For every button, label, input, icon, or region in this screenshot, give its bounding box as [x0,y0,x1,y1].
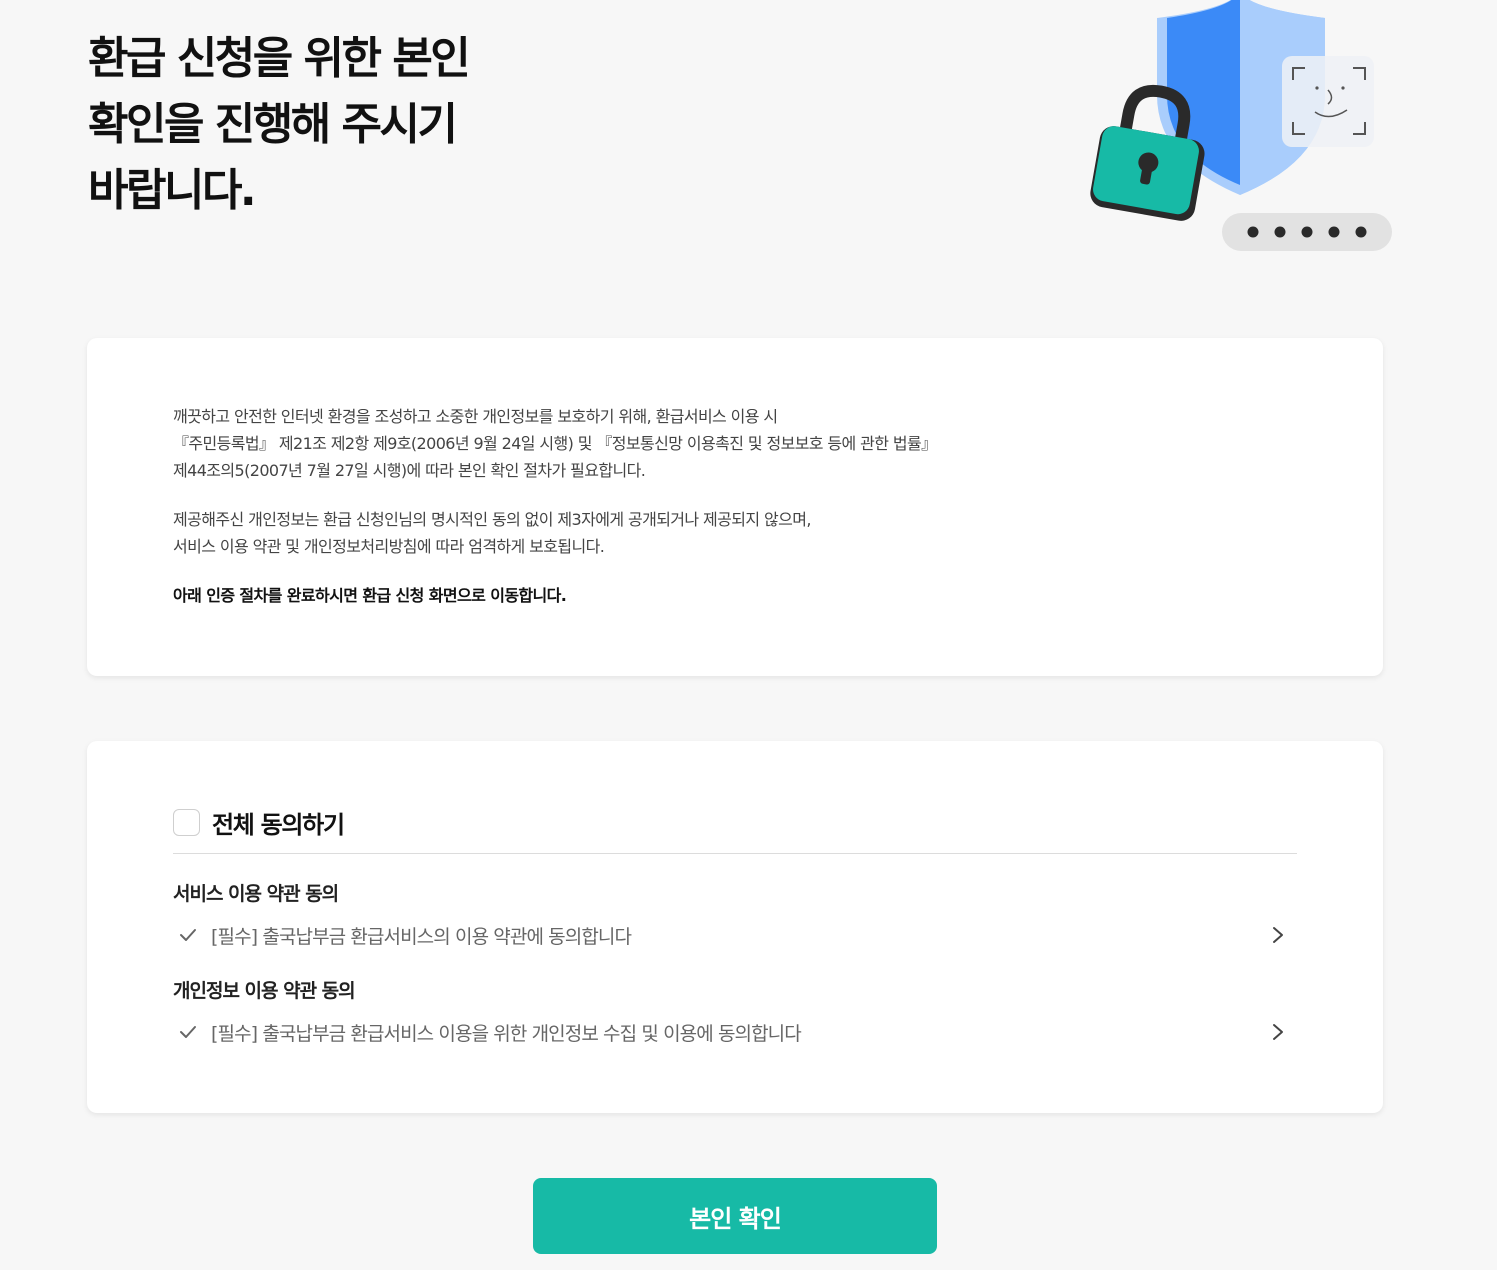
face-id-icon [1282,56,1374,147]
check-icon[interactable] [175,1019,201,1045]
page: 환급 신청을 위한 본인 확인을 진행해 주시기 바랍니다. 깨끗하고 안전한 … [0,0,1497,1270]
notice-paragraph-2: 제공해주신 개인정보는 환급 신청인님의 명시적인 동의 없이 제3자에게 공개… [173,506,1273,560]
notice-paragraph-3: 아래 인증 절차를 완료하시면 환급 신청 화면으로 이동합니다. [173,586,567,605]
security-illustration [1085,0,1405,260]
consent-card: 전체 동의하기 서비스 이용 약관 동의 [필수] 출국납부금 환급서비스의 이… [87,741,1383,1113]
page-title: 환급 신청을 위한 본인 확인을 진행해 주시기 바랍니다. [88,33,471,216]
notice-line: 서비스 이용 약관 및 개인정보처리방침에 따라 엄격하게 보호됩니다. [173,537,605,556]
checkbox-icon[interactable] [173,808,200,836]
agree-all-label: 전체 동의하기 [212,810,345,839]
check-icon[interactable] [175,922,201,948]
term-item-service-terms[interactable]: [필수] 출국납부금 환급서비스의 이용 약관에 동의합니다 [173,918,1297,952]
chevron-right-icon[interactable] [1265,922,1291,948]
identity-confirm-button[interactable]: 본인 확인 [533,1178,937,1254]
notice-line: 제44조의5(2007년 7월 27일 시행)에 따라 본인 확인 절차가 필요… [173,461,646,480]
section-title-privacy-terms: 개인정보 이용 약관 동의 [173,980,356,1002]
term-item-label: [필수] 출국납부금 환급서비스 이용을 위한 개인정보 수집 및 이용에 동의… [211,1022,802,1045]
agree-all-checkbox[interactable]: 전체 동의하기 [173,805,345,839]
divider [173,853,1297,854]
notice-line: 제공해주신 개인정보는 환급 신청인님의 명시적인 동의 없이 제3자에게 공개… [173,510,811,529]
term-item-label: [필수] 출국납부금 환급서비스의 이용 약관에 동의합니다 [211,925,632,948]
term-item-privacy-terms[interactable]: [필수] 출국납부금 환급서비스 이용을 위한 개인정보 수집 및 이용에 동의… [173,1015,1297,1049]
notice-paragraph-1: 깨끗하고 안전한 인터넷 환경을 조성하고 소중한 개인정보를 보호하기 위해,… [173,403,1273,484]
password-dots-icon [1222,213,1392,251]
notice-line: 깨끗하고 안전한 인터넷 환경을 조성하고 소중한 개인정보를 보호하기 위해,… [173,407,778,426]
notice-text: 깨끗하고 안전한 인터넷 환경을 조성하고 소중한 개인정보를 보호하기 위해,… [173,403,1273,631]
section-title-service-terms: 서비스 이용 약관 동의 [173,883,339,905]
chevron-right-icon[interactable] [1265,1019,1291,1045]
notice-card: 깨끗하고 안전한 인터넷 환경을 조성하고 소중한 개인정보를 보호하기 위해,… [87,338,1383,676]
notice-line: 『주민등록법』 제21조 제2항 제9호(2006년 9월 24일 시행) 및 … [173,434,937,453]
